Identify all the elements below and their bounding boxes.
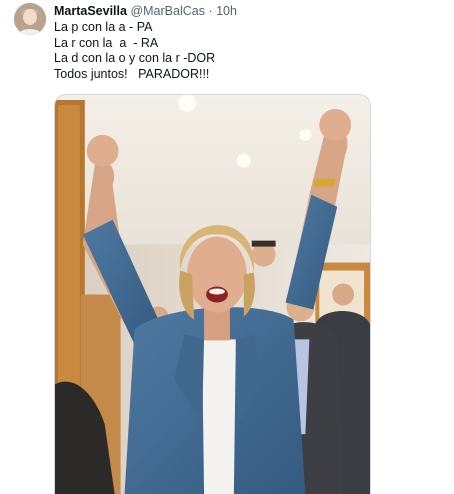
user-avatar-icon: [14, 3, 46, 35]
tweet[interactable]: MartaSevilla @MarBalCas · 10h La p con l…: [0, 0, 454, 494]
meta-separator: ·: [208, 4, 213, 18]
tweet-text-line: La r con la a - RA: [54, 35, 159, 50]
tweet-text-line: La d con la o y con la r -DOR: [54, 51, 216, 65]
avatar[interactable]: [14, 3, 46, 35]
tweet-text: La p con la a - PA La r con la a - RA La…: [54, 20, 434, 82]
tweet-text-line: La p con la a - PA: [54, 20, 153, 34]
author-handle[interactable]: @MarBalCas: [130, 4, 205, 18]
tweet-header: MartaSevilla @MarBalCas · 10h: [54, 3, 237, 19]
author-display-name[interactable]: MartaSevilla: [54, 4, 127, 18]
tweet-text-line: Todos juntos! PARADOR!!!: [54, 66, 210, 81]
tweet-media-photo[interactable]: [54, 94, 371, 494]
photo-illustration: [55, 95, 370, 494]
tweet-timestamp[interactable]: 10h: [216, 4, 237, 18]
